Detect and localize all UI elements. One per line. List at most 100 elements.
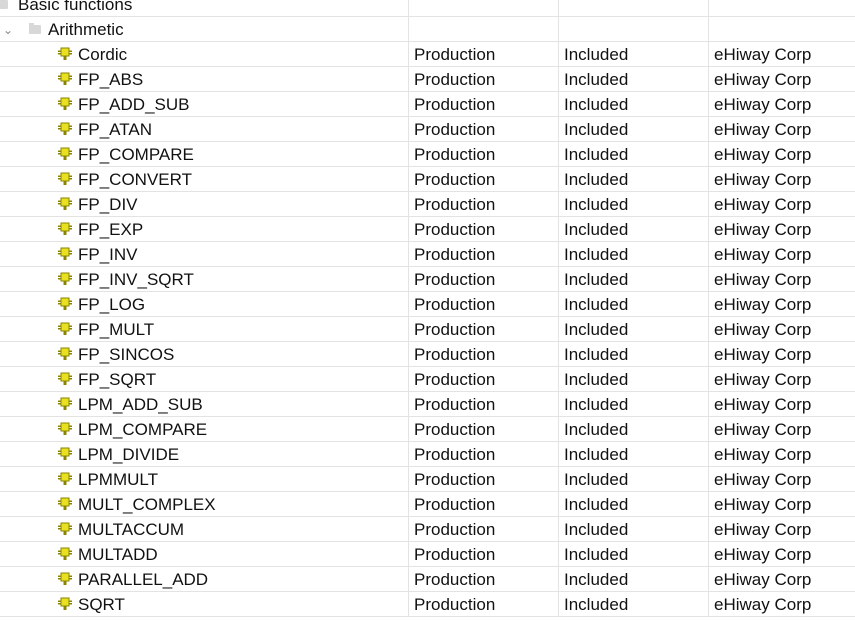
tree-row-item[interactable]: FP_ABS Production Included eHiway Corp <box>0 67 855 92</box>
vendor-cell: eHiway Corp <box>714 220 812 239</box>
tree-row-item[interactable]: FP_EXP Production Included eHiway Corp <box>0 217 855 242</box>
vendor-cell: eHiway Corp <box>714 320 812 339</box>
ip-core-icon <box>58 447 72 460</box>
vendor-cell: eHiway Corp <box>714 395 812 414</box>
status-cell: Production <box>409 567 559 591</box>
ip-core-icon <box>58 497 72 510</box>
tree-row-item[interactable]: MULTADD Production Included eHiway Corp <box>0 542 855 567</box>
vendor-cell: eHiway Corp <box>714 270 812 289</box>
status-cell: Production <box>409 92 559 116</box>
tree-row-item[interactable]: LPMMULT Production Included eHiway Corp <box>0 467 855 492</box>
tree-row-item[interactable]: PARALLEL_ADD Production Included eHiway Cor… <box>0 567 855 592</box>
status-cell: Production <box>409 142 559 166</box>
license-cell: Included <box>559 217 709 241</box>
license-cell: Included <box>559 367 709 391</box>
ip-catalog-tree: Basic functions ⌄ Arithmetic Cordic Produc… <box>0 0 855 617</box>
license-cell: Included <box>559 392 709 416</box>
vendor-cell: eHiway Corp <box>714 120 812 139</box>
license-cell: Included <box>559 167 709 191</box>
category-label: Basic functions <box>18 0 133 14</box>
tree-row-item[interactable]: FP_LOG Production Included eHiway Corp <box>0 292 855 317</box>
status-cell: Production <box>409 292 559 316</box>
tree-row-item[interactable]: SQRT Production Included eHiway Corp <box>0 592 855 617</box>
tree-row-item[interactable]: FP_SQRT Production Included eHiway Corp <box>0 367 855 392</box>
status-cell: Production <box>409 592 559 616</box>
vendor-cell: eHiway Corp <box>714 170 812 189</box>
tree-row-item[interactable]: LPM_DIVIDE Production Included eHiway Corp <box>0 442 855 467</box>
ip-name: LPMMULT <box>78 470 158 489</box>
ip-name: FP_INV_SQRT <box>78 270 194 289</box>
vendor-cell: eHiway Corp <box>714 70 812 89</box>
tree-row-item[interactable]: FP_ADD_SUB Production Included eHiway Corp <box>0 92 855 117</box>
ip-name: SQRT <box>78 595 125 614</box>
ip-core-icon <box>58 247 72 260</box>
ip-name: FP_SINCOS <box>78 345 175 364</box>
ip-name: FP_LOG <box>78 295 146 314</box>
ip-name: FP_COMPARE <box>78 145 194 164</box>
tree-row-item[interactable]: LPM_COMPARE Production Included eHiway Corp <box>0 417 855 442</box>
license-cell: Included <box>559 517 709 541</box>
ip-name: Cordic <box>78 45 128 64</box>
tree-row-item[interactable]: FP_MULT Production Included eHiway Corp <box>0 317 855 342</box>
chevron-down-icon[interactable]: ⌄ <box>3 17 13 41</box>
ip-name: MULT_COMPLEX <box>78 495 216 514</box>
status-cell: Production <box>409 217 559 241</box>
ip-core-icon <box>58 597 72 610</box>
status-cell: Production <box>409 267 559 291</box>
ip-name: FP_ABS <box>78 70 144 89</box>
status-cell: Production <box>409 117 559 141</box>
vendor-cell: eHiway Corp <box>714 470 812 489</box>
license-cell: Included <box>559 242 709 266</box>
ip-name: MULTACCUM <box>78 520 185 539</box>
license-cell: Included <box>559 142 709 166</box>
tree-row-item[interactable]: MULT_COMPLEX Production Included eHiway Cor… <box>0 492 855 517</box>
license-cell: Included <box>559 317 709 341</box>
ip-name: FP_SQRT <box>78 370 157 389</box>
status-cell: Production <box>409 467 559 491</box>
vendor-cell: eHiway Corp <box>714 520 812 539</box>
tree-row-item[interactable]: FP_ATAN Production Included eHiway Corp <box>0 117 855 142</box>
vendor-cell: eHiway Corp <box>714 495 812 514</box>
ip-core-icon <box>58 572 72 585</box>
tree-row-category[interactable]: Basic functions <box>0 0 855 17</box>
tree-row-item[interactable]: MULTACCUM Production Included eHiway Corp <box>0 517 855 542</box>
vendor-cell: eHiway Corp <box>714 420 812 439</box>
ip-core-icon <box>58 322 72 335</box>
vendor-cell: eHiway Corp <box>714 245 812 264</box>
tree-row-item[interactable]: Cordic Production Included eHiway Corp <box>0 42 855 67</box>
status-cell: Production <box>409 192 559 216</box>
tree-row-item[interactable]: FP_COMPARE Production Included eHiway Corp <box>0 142 855 167</box>
tree-row-item[interactable]: FP_INV Production Included eHiway Corp <box>0 242 855 267</box>
ip-core-icon <box>58 547 72 560</box>
license-cell: Included <box>559 42 709 66</box>
license-cell: Included <box>559 67 709 91</box>
folder-icon <box>0 0 8 9</box>
tree-row-item[interactable]: FP_CONVERT Production Included eHiway Corp <box>0 167 855 192</box>
license-cell: Included <box>559 567 709 591</box>
status-cell: Production <box>409 167 559 191</box>
ip-core-icon <box>58 272 72 285</box>
ip-name: LPM_ADD_SUB <box>78 395 203 414</box>
status-cell: Production <box>409 417 559 441</box>
license-cell: Included <box>559 492 709 516</box>
tree-row-item[interactable]: LPM_ADD_SUB Production Included eHiway Corp <box>0 392 855 417</box>
ip-name: FP_INV <box>78 245 138 264</box>
status-cell: Production <box>409 367 559 391</box>
ip-core-icon <box>58 372 72 385</box>
ip-name: FP_CONVERT <box>78 170 192 189</box>
tree-row-item[interactable]: FP_SINCOS Production Included eHiway Corp <box>0 342 855 367</box>
status-cell: Production <box>409 317 559 341</box>
ip-core-icon <box>58 147 72 160</box>
tree-row-item[interactable]: FP_DIV Production Included eHiway Corp <box>0 192 855 217</box>
tree-row-item[interactable]: FP_INV_SQRT Production Included eHiway Corp <box>0 267 855 292</box>
ip-core-icon <box>58 347 72 360</box>
ip-name: FP_ATAN <box>78 120 152 139</box>
ip-core-icon <box>58 472 72 485</box>
tree-row-group[interactable]: ⌄ Arithmetic <box>0 17 855 42</box>
license-cell: Included <box>559 117 709 141</box>
ip-core-icon <box>58 172 72 185</box>
status-cell: Production <box>409 242 559 266</box>
vendor-cell: eHiway Corp <box>714 345 812 364</box>
ip-core-icon <box>58 97 72 110</box>
ip-core-icon <box>58 47 72 60</box>
